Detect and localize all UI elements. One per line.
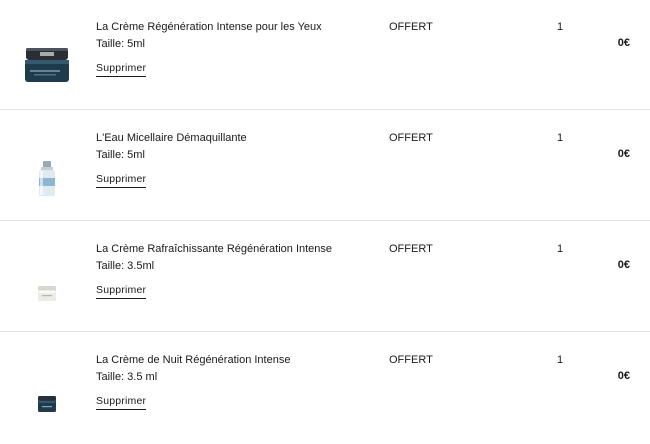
offer-status: OFFERT: [389, 132, 433, 144]
cart-item-list: La Crème Régénération Intense pour les Y…: [0, 0, 650, 429]
offer-status: OFFERT: [389, 21, 433, 33]
remove-item-link[interactable]: Supprimer: [96, 284, 147, 299]
remove-item-link[interactable]: Supprimer: [96, 62, 147, 77]
cart-item-row: L'Eau Micellaire Démaquillante Taille: 5…: [0, 111, 650, 222]
offer-status: OFFERT: [389, 354, 433, 366]
item-price: 0€: [617, 259, 630, 271]
product-size: Taille: 5ml: [96, 38, 145, 50]
cart-item-row: La Crème Régénération Intense pour les Y…: [0, 0, 650, 111]
night-cream-jar-icon: [38, 396, 56, 412]
micellar-water-bottle-icon: [39, 161, 55, 196]
product-image[interactable]: [18, 373, 76, 425]
item-quantity: 1: [557, 243, 564, 255]
eye-cream-jar-icon: [25, 48, 69, 82]
row-divider: [0, 331, 650, 332]
product-image[interactable]: [18, 262, 76, 314]
product-size: Taille: 3.5ml: [96, 260, 155, 272]
remove-item-link[interactable]: Supprimer: [96, 173, 147, 188]
product-image[interactable]: [18, 40, 76, 92]
cart-item-row: La Crème Rafraîchissante Régénération In…: [0, 222, 650, 333]
cart-item-row: La Crème de Nuit Régénération Intense Ta…: [0, 333, 650, 444]
item-price: 0€: [617, 37, 630, 49]
remove-item-link[interactable]: Supprimer: [96, 395, 147, 410]
refreshing-cream-jar-icon: [38, 286, 56, 301]
offer-status: OFFERT: [389, 243, 433, 255]
item-quantity: 1: [557, 354, 564, 366]
product-image[interactable]: [18, 151, 76, 203]
item-price: 0€: [617, 370, 630, 382]
row-divider: [0, 220, 650, 221]
row-divider: [0, 109, 650, 110]
product-name[interactable]: La Crème Rafraîchissante Régénération In…: [96, 242, 366, 257]
product-name[interactable]: La Crème de Nuit Régénération Intense: [96, 353, 366, 368]
product-name[interactable]: La Crème Régénération Intense pour les Y…: [96, 20, 366, 35]
item-price: 0€: [617, 148, 630, 160]
product-size: Taille: 5ml: [96, 149, 145, 161]
item-quantity: 1: [557, 21, 564, 33]
product-size: Taille: 3.5 ml: [96, 371, 158, 383]
item-quantity: 1: [557, 132, 564, 144]
product-name[interactable]: L'Eau Micellaire Démaquillante: [96, 131, 366, 146]
